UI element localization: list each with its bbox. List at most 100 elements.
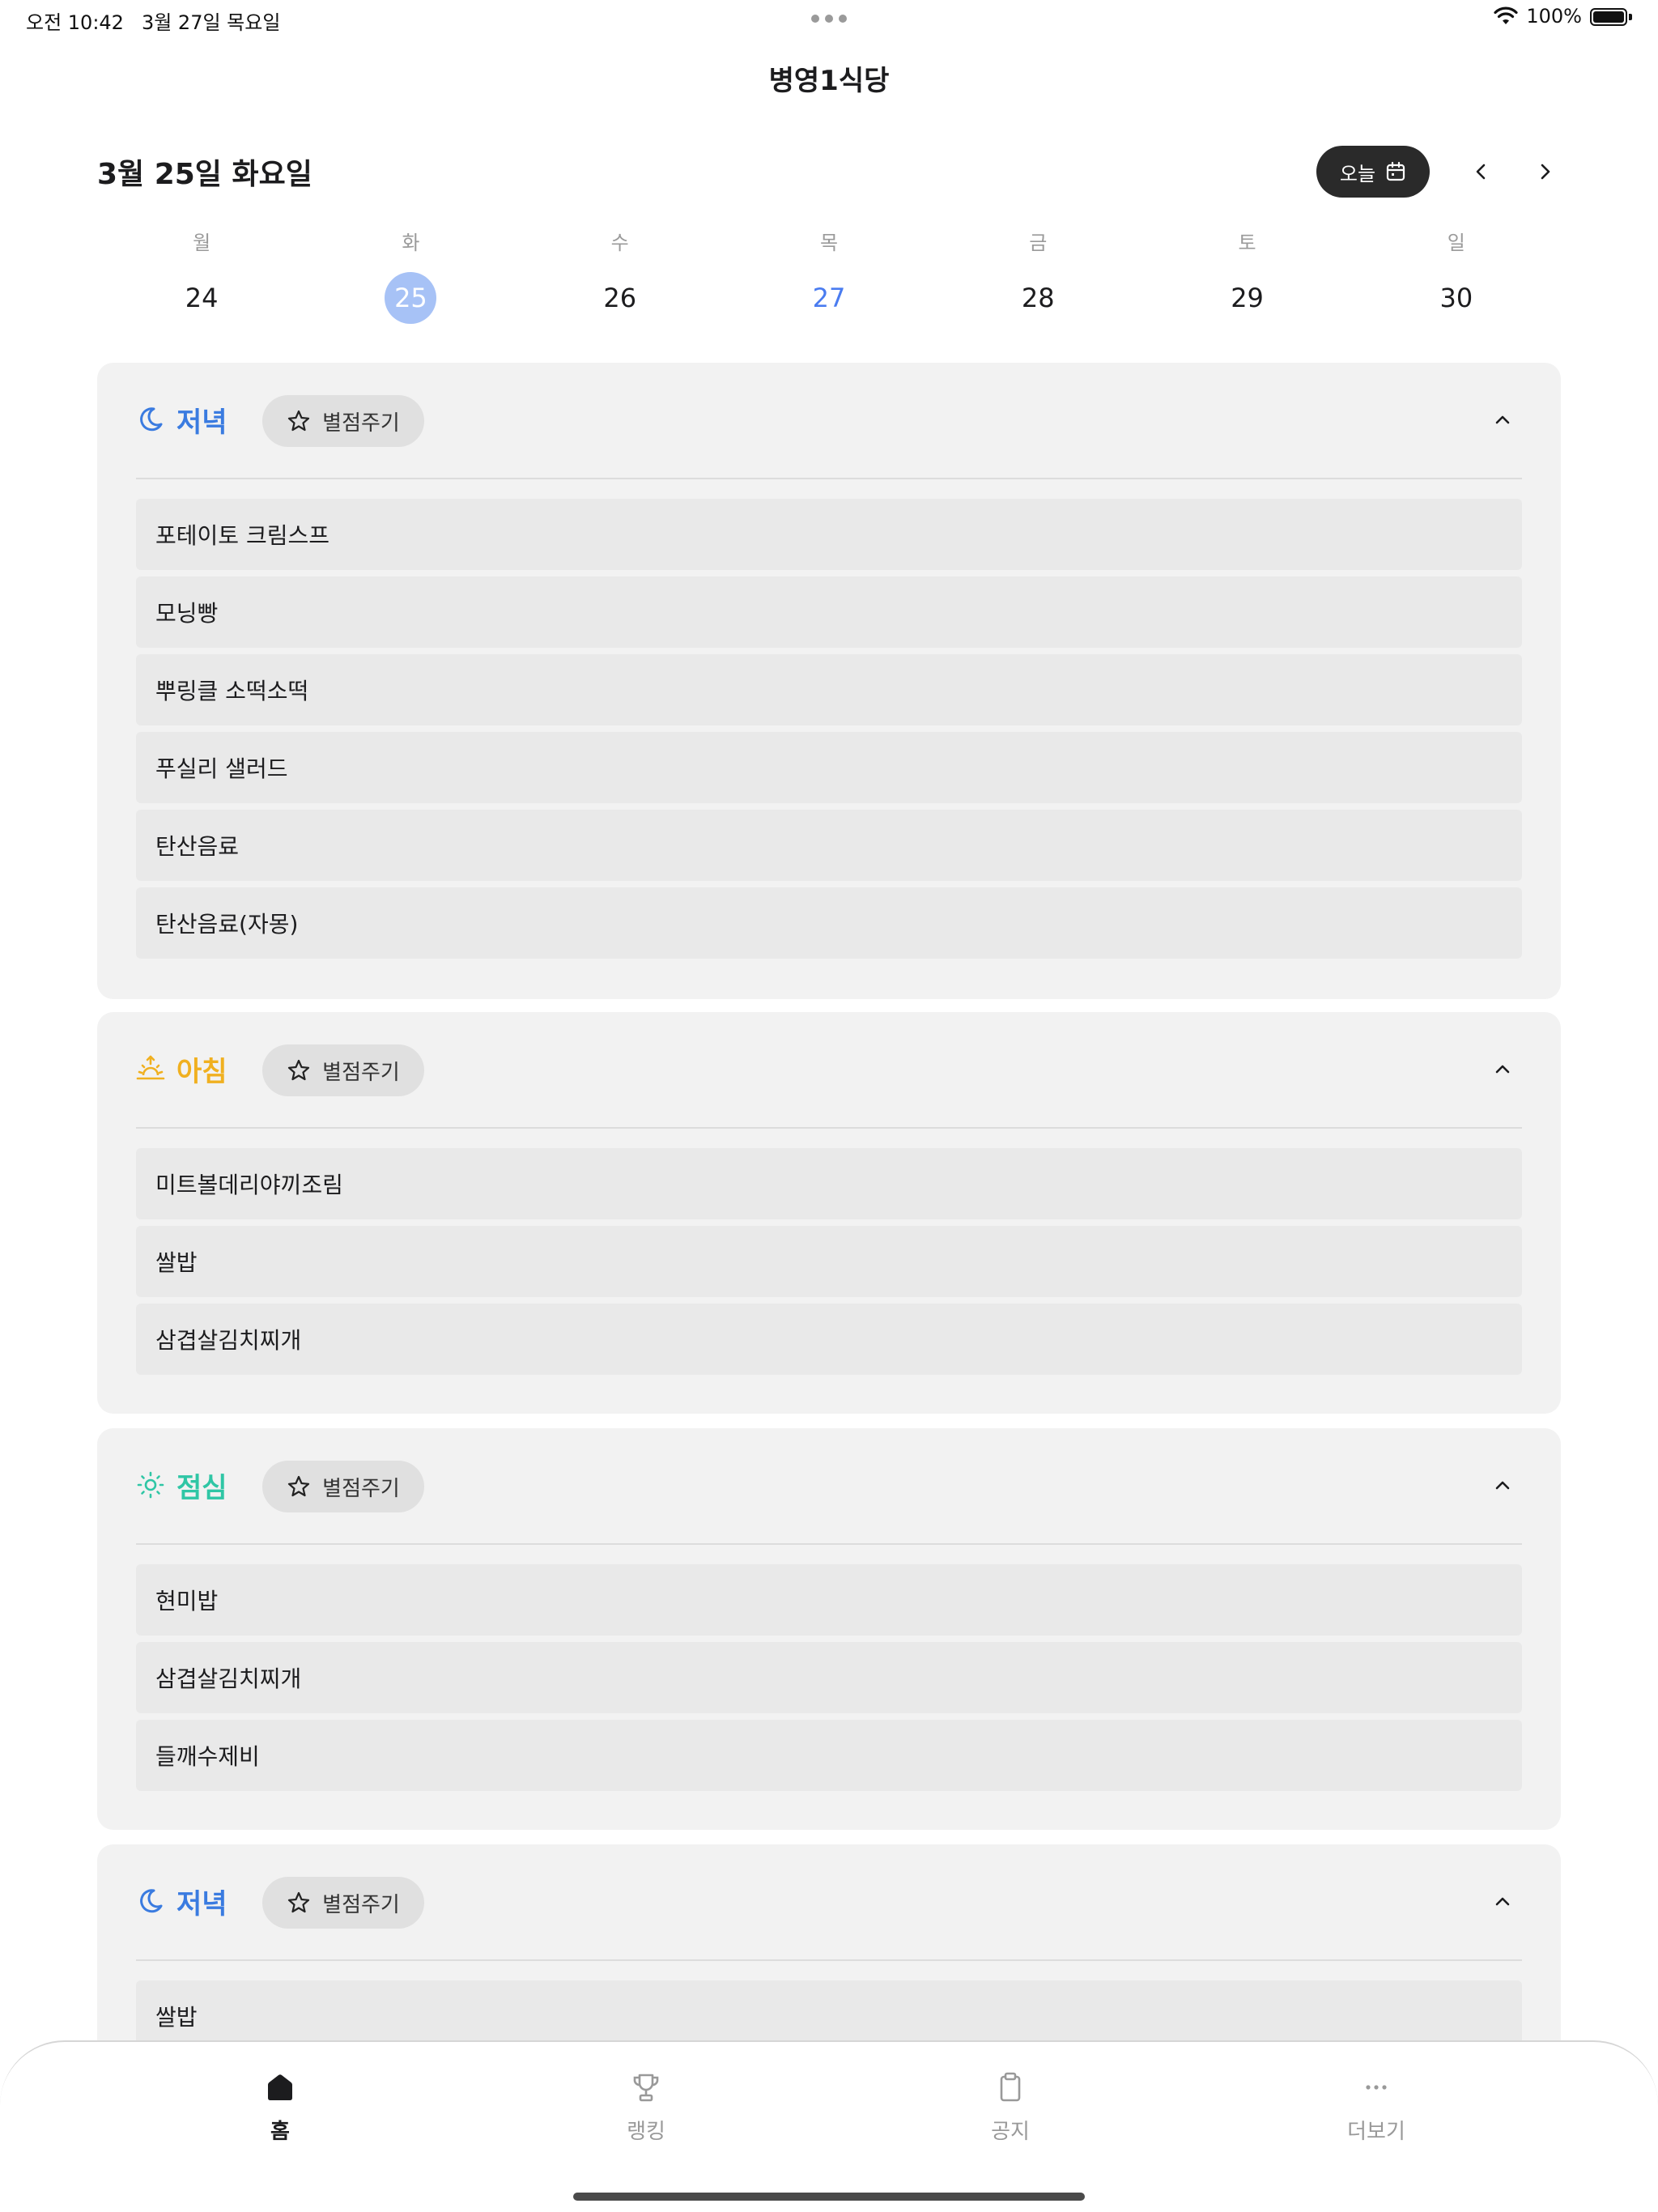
day-name: 토 [1238,232,1256,254]
menu-item: 탄산음료 [136,810,1522,881]
sunrise-icon [136,1055,165,1080]
meal-label: 아침 [176,1056,227,1088]
chevron-up-icon [1495,415,1510,424]
collapse-button[interactable] [1483,1465,1522,1504]
tab-label: 랭킹 [627,2120,665,2144]
current-date: 3월 25일 화요일 [97,158,312,191]
tab-label: 홈 [270,2120,290,2144]
meal-header: 아침 별점주기 [136,1012,1522,1129]
clipboard-icon [1000,2072,1021,2102]
prev-day-button[interactable] [1462,152,1501,191]
tab-bar: 홈 랭킹 공지 더보기 [0,2040,1658,2212]
menu-list: 미트볼데리야끼조림 쌀밥 삼겹살김치찌개 [136,1148,1522,1375]
chevron-up-icon [1495,1897,1510,1906]
sun-icon [137,1471,164,1499]
menu-item: 삼겹살김치찌개 [136,1304,1522,1375]
rate-button-label: 별점주기 [322,1060,400,1085]
next-day-button[interactable] [1525,152,1564,191]
meal-header: 저녁 별점주기 [136,1844,1522,1961]
day-column[interactable]: 화 25 [306,227,515,324]
rate-button[interactable]: 별점주기 [262,1044,424,1096]
day-column[interactable]: 수 26 [516,227,725,324]
tab-label: 더보기 [1347,2120,1405,2144]
collapse-button[interactable] [1483,400,1522,439]
day-number[interactable]: 28 [1012,272,1064,324]
day-number[interactable]: 24 [176,272,227,324]
multitasking-dots-icon[interactable] [811,15,847,24]
chevron-up-icon [1495,1481,1510,1490]
day-number[interactable]: 30 [1431,272,1482,324]
status-left: 오전 10:42 3월 27일 목요일 [26,6,298,35]
battery-percent: 100% [1526,5,1582,28]
status-bar: 오전 10:42 3월 27일 목요일 100% [0,0,1658,39]
page-title: 병영1식당 [768,65,890,97]
day-number[interactable]: 29 [1222,272,1273,324]
home-icon [268,2074,292,2100]
day-name: 화 [402,232,420,254]
rate-button-label: 별점주기 [322,1476,400,1501]
date-navigation: 3월 25일 화요일 오늘 [97,146,1561,204]
menu-item: 쌀밥 [136,1226,1522,1297]
rate-button[interactable]: 별점주기 [262,1461,424,1512]
menu-item: 포테이토 크림스프 [136,499,1522,570]
menu-item: 현미밥 [136,1564,1522,1636]
week-strip: 월 24 화 25 수 26 목 27 금 28 토 29 일 30 [97,227,1561,324]
menu-item: 들깨수제비 [136,1720,1522,1791]
rate-button-label: 별점주기 [322,410,400,436]
collapse-button[interactable] [1483,1882,1522,1921]
status-time: 오전 10:42 [26,11,124,34]
battery-icon [1590,6,1632,26]
menu-list: 현미밥 삼겹살김치찌개 들깨수제비 [136,1564,1522,1791]
status-date: 3월 27일 목요일 [141,11,281,34]
today-button[interactable]: 오늘 [1316,146,1430,198]
day-column[interactable]: 월 24 [97,227,306,324]
rate-button[interactable]: 별점주기 [262,1877,424,1929]
status-right: 100% [1494,5,1632,28]
day-number-today[interactable]: 27 [803,272,855,324]
tab-more[interactable]: 더보기 [1279,2071,1473,2145]
day-name: 수 [610,232,629,254]
meal-label: 저녁 [176,1888,227,1921]
moon-icon [140,1889,163,1913]
meal-card-dinner: 저녁 별점주기 포테이토 크림스프 모닝빵 뿌링클 소떡소떡 푸실리 샐러드 탄… [97,363,1561,999]
meal-label: 점심 [176,1472,227,1504]
today-button-label: 오늘 [1339,162,1376,185]
meal-header: 점심 별점주기 [136,1428,1522,1545]
chevron-up-icon [1495,1065,1510,1074]
rate-button-label: 별점주기 [322,1892,400,1917]
day-column[interactable]: 토 29 [1142,227,1351,324]
tab-ranking[interactable]: 랭킹 [549,2071,743,2145]
menu-item: 탄산음료(자몽) [136,887,1522,959]
day-number[interactable]: 26 [594,272,646,324]
collapse-button[interactable] [1483,1049,1522,1088]
day-name: 월 [193,232,211,254]
day-name: 일 [1447,232,1465,254]
tab-notice[interactable]: 공지 [913,2071,1107,2145]
wifi-icon [1494,6,1518,24]
tab-label: 공지 [991,2120,1030,2144]
day-name: 목 [819,232,839,254]
meal-card-breakfast: 아침 별점주기 미트볼데리야끼조림 쌀밥 삼겹살김치찌개 [97,1012,1561,1414]
chevron-right-icon [1541,164,1550,180]
star-icon [288,410,310,432]
home-indicator[interactable] [573,2193,1085,2201]
star-icon [288,1059,310,1081]
meal-card-lunch: 점심 별점주기 현미밥 삼겹살김치찌개 들깨수제비 [97,1428,1561,1830]
chevron-left-icon [1476,164,1486,180]
day-column[interactable]: 목 27 [725,227,933,324]
more-icon [1366,2085,1387,2090]
rate-button[interactable]: 별점주기 [262,395,424,447]
menu-item: 모닝빵 [136,576,1522,648]
moon-icon [140,407,163,432]
menu-list: 포테이토 크림스프 모닝빵 뿌링클 소떡소떡 푸실리 샐러드 탄산음료 탄산음료… [136,499,1522,959]
menu-item: 뿌링클 소떡소떡 [136,654,1522,725]
day-column[interactable]: 일 30 [1352,227,1561,324]
menu-item: 푸실리 샐러드 [136,732,1522,803]
day-name: 금 [1029,232,1048,254]
day-number-selected[interactable]: 25 [385,272,437,324]
star-icon [288,1891,310,1913]
meal-label: 저녁 [176,406,227,439]
trophy-icon [633,2074,659,2102]
day-column[interactable]: 금 28 [933,227,1142,324]
tab-home[interactable]: 홈 [183,2071,377,2145]
